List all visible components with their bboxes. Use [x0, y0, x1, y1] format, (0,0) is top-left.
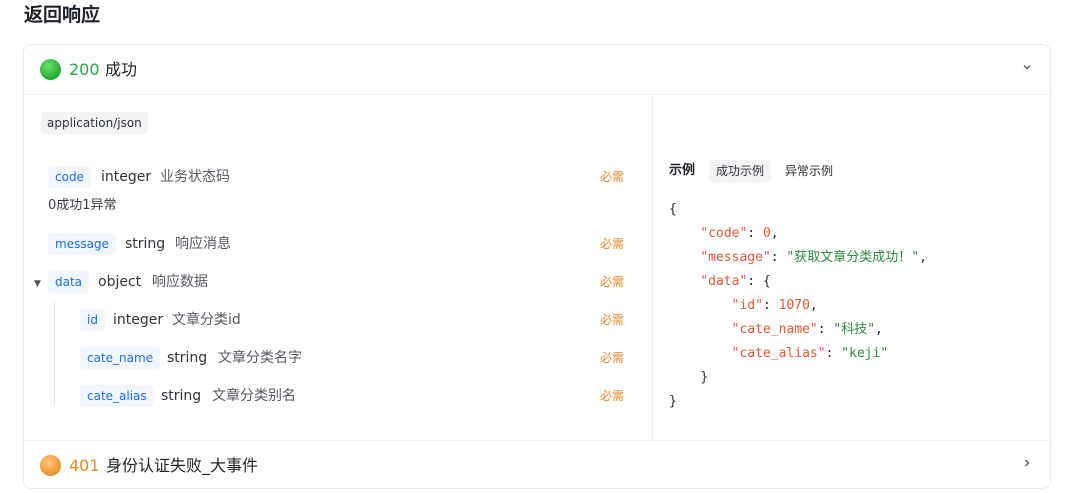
example-label: 示例 [669, 163, 696, 178]
field-name: message [48, 233, 116, 255]
section-title: 返回响应 [24, 4, 101, 26]
json-key: "cate_name" [731, 322, 818, 337]
field-type: integer [101, 169, 152, 185]
chevron-right-icon[interactable] [1020, 457, 1034, 471]
json-brace: } [700, 370, 709, 385]
field-type: integer [113, 312, 164, 328]
field-type: object [98, 274, 142, 290]
field-type: string [167, 350, 208, 366]
json-value: "获取文章分类成功！" [786, 250, 920, 265]
content-type-badge: application/json [41, 112, 148, 134]
tab-success-example[interactable]: 成功示例 [709, 160, 772, 182]
field-row-cate-alias: cate_alias string 文章分类别名 必需 [24, 385, 653, 407]
field-row-message: message string 响应消息 必需 [24, 233, 653, 255]
response-panel: 200 成功 application/json code integer 业务状… [23, 44, 1051, 489]
field-name: id [80, 309, 105, 331]
example-pane: 示例 成功示例 异常示例 { "code": 0, "message": "获取… [653, 95, 1050, 440]
field-row-id: id integer 文章分类id 必需 [24, 309, 653, 331]
warning-status-icon [40, 455, 61, 476]
response-code: 200 [69, 60, 100, 79]
json-brace: } [669, 394, 677, 409]
json-brace: { [669, 202, 677, 217]
field-row-code: code integer 业务状态码 必需 [24, 166, 653, 188]
chevron-down-icon[interactable] [1020, 61, 1034, 75]
field-type: string [125, 236, 166, 252]
field-required: 必需 [600, 313, 625, 327]
tab-error-example[interactable]: 异常示例 [778, 160, 840, 182]
field-required: 必需 [600, 275, 625, 289]
json-key: "id" [731, 298, 763, 313]
field-name: cate_alias [80, 385, 154, 407]
field-desc: 文章分类id [172, 312, 241, 328]
json-value: "科技" [833, 322, 876, 337]
json-key: "message" [700, 250, 771, 265]
success-status-icon [40, 59, 61, 80]
response-401-header[interactable]: 401 身份认证失败_大事件 [24, 440, 1050, 488]
field-required: 必需 [600, 170, 625, 184]
json-value: 1070 [778, 298, 810, 313]
field-desc: 响应消息 [175, 236, 231, 252]
json-value: 0 [762, 226, 771, 241]
json-value: "keji" [841, 346, 889, 361]
response-text: 身份认证失败_大事件 [106, 456, 259, 475]
field-note: 0成功1异常 [48, 198, 117, 213]
example-code-block: { "code": 0, "message": "获取文章分类成功！", "da… [669, 202, 927, 409]
field-desc: 业务状态码 [160, 169, 230, 185]
field-name: code [48, 166, 91, 188]
json-key: "data" [700, 274, 748, 289]
response-text: 成功 [105, 60, 138, 79]
field-desc: 文章分类别名 [212, 388, 296, 404]
json-key: "cate_alias" [731, 346, 826, 361]
field-required: 必需 [600, 351, 625, 365]
field-desc: 响应数据 [152, 274, 208, 290]
field-required: 必需 [600, 237, 625, 251]
field-name: cate_name [80, 347, 161, 369]
json-key: "code" [700, 226, 748, 241]
response-code: 401 [69, 456, 100, 475]
field-name: data [48, 271, 90, 293]
field-row-data: data object 响应数据 必需 [24, 271, 653, 293]
field-desc: 文章分类名字 [218, 350, 302, 366]
field-row-cate-name: cate_name string 文章分类名字 必需 [24, 347, 653, 369]
response-200-header[interactable]: 200 成功 [24, 45, 1050, 95]
field-required: 必需 [600, 389, 625, 403]
field-type: string [161, 388, 202, 404]
json-brace: { [762, 274, 771, 289]
